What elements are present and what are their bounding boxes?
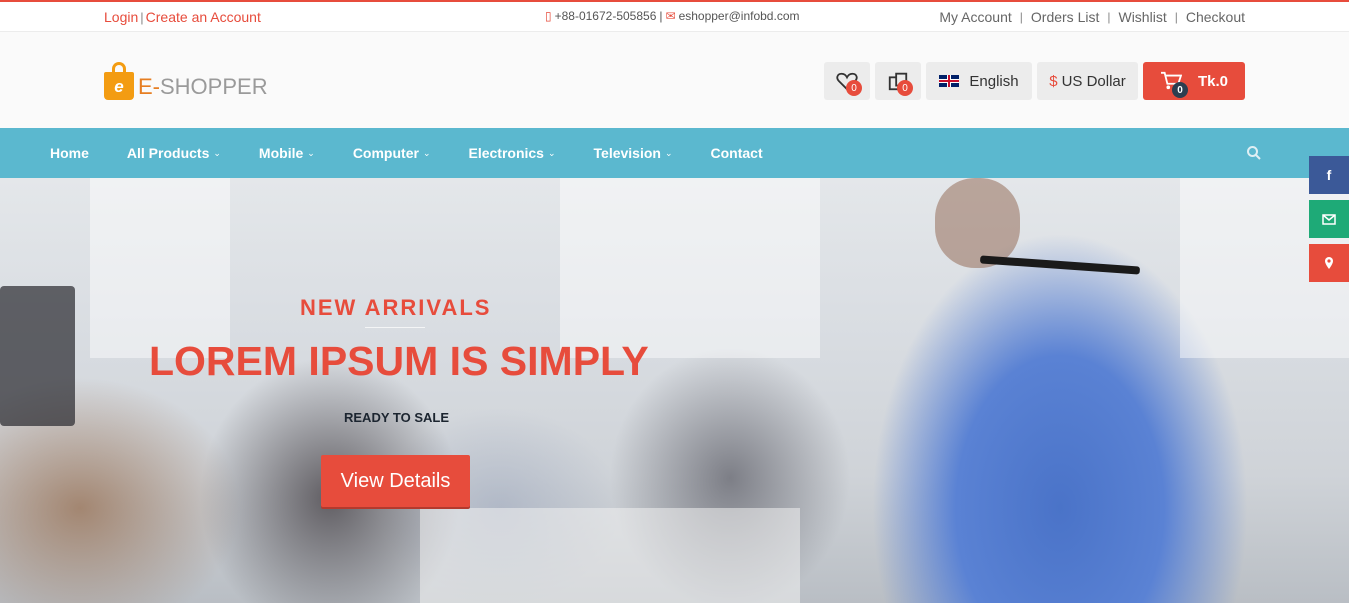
location-button[interactable] bbox=[1309, 244, 1349, 282]
top-bar: Login | Create an Account ▯ +88-01672-5058… bbox=[0, 0, 1349, 32]
email-icon bbox=[1322, 213, 1336, 225]
wishlist-link[interactable]: Wishlist bbox=[1118, 9, 1166, 25]
nav-item-television[interactable]: Television ⌄ bbox=[594, 145, 673, 161]
presenter-lanyard bbox=[979, 255, 1141, 275]
chevron-down-icon: ⌄ bbox=[664, 147, 673, 158]
hero-divider bbox=[365, 327, 425, 328]
view-details-button[interactable]: View Details bbox=[321, 455, 470, 507]
checkout-link[interactable]: Checkout bbox=[1186, 9, 1245, 25]
nav-item-label: Electronics bbox=[468, 145, 544, 161]
background-window bbox=[90, 178, 230, 358]
phone-icon: ▯ bbox=[545, 9, 552, 23]
nav-item-label: Home bbox=[50, 145, 89, 161]
account-links: My Account | Orders List | Wishlist | Ch… bbox=[939, 9, 1245, 25]
login-link[interactable]: Login bbox=[104, 9, 138, 25]
compare-count-badge: 0 bbox=[897, 80, 913, 96]
wishlist-button[interactable]: 0 bbox=[824, 62, 870, 100]
language-selector[interactable]: English bbox=[926, 62, 1032, 100]
cart-button[interactable]: 0 Tk.0 bbox=[1143, 62, 1245, 100]
chevron-down-icon: ⌄ bbox=[547, 147, 556, 158]
nav-menu: Home All Products ⌄ Mobile ⌄ Computer ⌄ Ele… bbox=[50, 128, 801, 178]
chevron-down-icon: ⌄ bbox=[422, 147, 431, 158]
map-marker-icon bbox=[1325, 257, 1333, 269]
hero-subtitle: READY TO SALE bbox=[344, 410, 449, 425]
create-account-link[interactable]: Create an Account bbox=[146, 9, 261, 25]
nav-item-label: All Products bbox=[126, 145, 210, 161]
envelope-icon: ✉ bbox=[665, 9, 676, 23]
site-header: e E-SHOPPER 0 0 English $ US Dollar 0 Tk… bbox=[0, 32, 1349, 128]
nav-item-label: Mobile bbox=[258, 145, 304, 161]
nav-item-contact[interactable]: Contact bbox=[711, 145, 763, 161]
facebook-share-button[interactable]: f bbox=[1309, 156, 1349, 194]
currency-label: US Dollar bbox=[1061, 72, 1126, 90]
chevron-down-icon: ⌄ bbox=[213, 147, 221, 158]
facebook-icon: f bbox=[1326, 167, 1332, 183]
wishlist-count-badge: 0 bbox=[846, 80, 862, 96]
logo[interactable]: e E-SHOPPER bbox=[104, 62, 268, 100]
hero-banner: NEW ARRIVALS LOREM IPSUM IS SIMPLY READY… bbox=[0, 178, 1349, 603]
logo-letter: e bbox=[114, 77, 124, 96]
separator: | bbox=[659, 9, 663, 23]
my-account-link[interactable]: My Account bbox=[939, 9, 1011, 25]
chevron-down-icon: ⌄ bbox=[307, 147, 315, 158]
separator: | bbox=[140, 10, 144, 25]
currency-selector[interactable]: $ US Dollar bbox=[1037, 62, 1138, 100]
cart-count-badge: 0 bbox=[1172, 82, 1188, 98]
phone-number: +88-01672-505856 bbox=[554, 9, 657, 23]
cart-total: Tk.0 bbox=[1197, 72, 1228, 90]
nav-item-computer[interactable]: Computer ⌄ bbox=[353, 145, 431, 161]
background-window bbox=[560, 178, 820, 358]
separator: | bbox=[1174, 10, 1178, 24]
logo-text-rest: SHOPPER bbox=[160, 74, 268, 99]
currency-symbol: $ bbox=[1049, 72, 1058, 90]
logo-text-first: E- bbox=[138, 74, 160, 99]
auth-links: Login | Create an Account bbox=[104, 9, 261, 25]
nav-item-home[interactable]: Home bbox=[50, 145, 89, 161]
nav-item-label: Contact bbox=[710, 145, 763, 161]
email-share-button[interactable] bbox=[1309, 200, 1349, 238]
presenter-head bbox=[935, 178, 1020, 268]
nav-item-label: Television bbox=[593, 145, 661, 161]
nav-item-all-products[interactable]: All Products ⌄ bbox=[127, 145, 221, 161]
orders-list-link[interactable]: Orders List bbox=[1031, 9, 1099, 25]
background-chair bbox=[0, 286, 75, 426]
language-label: English bbox=[969, 72, 1019, 90]
hero-title: LOREM IPSUM IS SIMPLY bbox=[149, 338, 649, 384]
contact-info: ▯ +88-01672-505856 | ✉ eshopper@infobd.c… bbox=[545, 9, 799, 23]
separator: | bbox=[1107, 10, 1111, 24]
nav-item-label: Computer bbox=[352, 145, 419, 161]
hero-kicker: NEW ARRIVALS bbox=[300, 295, 492, 320]
compare-button[interactable]: 0 bbox=[875, 62, 921, 100]
logo-text: E-SHOPPER bbox=[138, 74, 268, 100]
uk-flag-icon bbox=[939, 75, 960, 87]
separator: | bbox=[1019, 10, 1023, 24]
search-icon[interactable] bbox=[1246, 145, 1262, 161]
nav-item-electronics[interactable]: Electronics ⌄ bbox=[468, 145, 555, 161]
email-address: eshopper@infobd.com bbox=[678, 9, 800, 23]
main-navigation: Home All Products ⌄ Mobile ⌄ Computer ⌄ Ele… bbox=[0, 128, 1349, 178]
nav-item-mobile[interactable]: Mobile ⌄ bbox=[259, 145, 315, 161]
background-table bbox=[420, 508, 800, 603]
shopping-bag-icon: e bbox=[104, 62, 134, 100]
